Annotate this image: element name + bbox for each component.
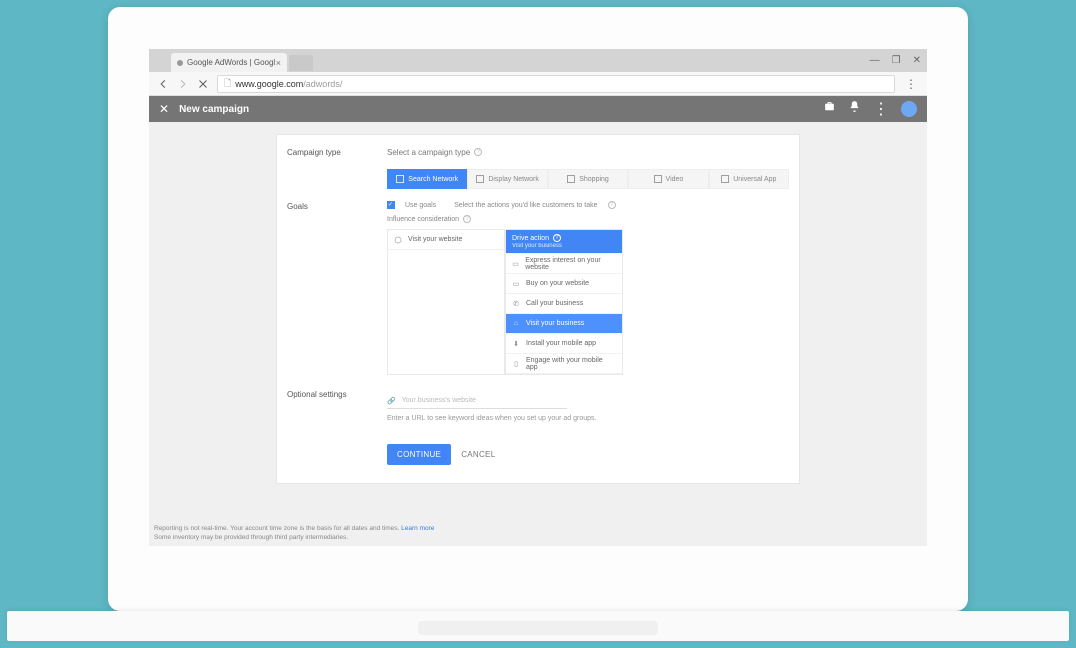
forward-icon[interactable] bbox=[177, 78, 189, 90]
tab-display-network[interactable]: Display Network bbox=[467, 169, 547, 189]
close-panel-icon[interactable]: ✕ bbox=[159, 102, 169, 116]
laptop-base bbox=[7, 611, 1069, 641]
content-area: Campaign type Select a campaign type ? S… bbox=[149, 122, 927, 546]
stop-reload-icon[interactable] bbox=[197, 78, 209, 90]
url-host: www.google.com bbox=[235, 79, 303, 89]
optional-settings-row: Optional settings 🔗 Your business's webs… bbox=[277, 377, 799, 465]
maximize-icon[interactable]: ❐ bbox=[892, 55, 901, 66]
url-path: /adwords/ bbox=[303, 79, 342, 89]
video-icon bbox=[654, 175, 662, 183]
avatar[interactable] bbox=[901, 101, 917, 117]
store-icon: ⌂ bbox=[512, 320, 520, 328]
goal-visit-website[interactable]: Visit your website bbox=[388, 230, 504, 250]
tab-title: Google AdWords | Googl bbox=[187, 58, 275, 67]
campaign-type-tabs: Search Network Display Network Shopping … bbox=[387, 169, 789, 189]
influence-panel: Visit your website bbox=[387, 229, 505, 375]
browser-window: Google AdWords | Googl × — ❐ ✕ 🗋 www.goo… bbox=[149, 49, 927, 546]
goal-visit-business[interactable]: ⌂Visit your business bbox=[506, 314, 622, 334]
continue-button[interactable]: CONTINUE bbox=[387, 444, 451, 465]
goal-call[interactable]: ✆Call your business bbox=[506, 294, 622, 314]
browser-tabbar: Google AdWords | Googl × — ❐ ✕ bbox=[149, 49, 927, 72]
business-website-input[interactable]: 🔗 Your business's website bbox=[387, 393, 567, 409]
goal-buy[interactable]: ▭Buy on your website bbox=[506, 274, 622, 294]
mobile-icon: ▯ bbox=[512, 360, 520, 368]
business-website-placeholder: Your business's website bbox=[402, 397, 476, 404]
tab-video[interactable]: Video bbox=[628, 169, 708, 189]
bell-icon[interactable] bbox=[848, 100, 861, 118]
use-goals-checkbox[interactable] bbox=[387, 201, 395, 209]
footer-disclaimer: Reporting is not real-time. Your account… bbox=[154, 525, 434, 542]
info-icon[interactable]: ? bbox=[463, 215, 471, 223]
minimize-icon[interactable]: — bbox=[870, 55, 880, 66]
browser-menu-icon[interactable]: ⋮ bbox=[903, 77, 919, 91]
learn-more-link[interactable]: Learn more bbox=[401, 525, 434, 532]
goals-label: Goals bbox=[287, 201, 387, 375]
back-icon[interactable] bbox=[157, 78, 169, 90]
goal-engage-app[interactable]: ▯Engage with your mobile app bbox=[506, 354, 622, 374]
phone-icon: ✆ bbox=[512, 300, 520, 308]
url-input[interactable]: 🗋 www.google.com/adwords/ bbox=[217, 75, 895, 93]
goal-install-app[interactable]: ⬇Install your mobile app bbox=[506, 334, 622, 354]
laptop-frame: Google AdWords | Googl × — ❐ ✕ 🗋 www.goo… bbox=[108, 7, 968, 611]
goals-row: Goals Use goals Select the actions you'd… bbox=[277, 199, 799, 377]
universal-app-icon bbox=[721, 175, 729, 183]
new-tab-button[interactable] bbox=[289, 55, 313, 71]
window-close-icon[interactable]: ✕ bbox=[913, 55, 921, 66]
optional-settings-label: Optional settings bbox=[287, 389, 387, 465]
browser-tab[interactable]: Google AdWords | Googl × bbox=[171, 53, 287, 72]
page-title: New campaign bbox=[179, 104, 249, 115]
left-panel-header: Influence consideration bbox=[387, 216, 459, 223]
campaign-type-prompt: Select a campaign type bbox=[387, 148, 470, 157]
app-bar: ✕ New campaign ⋮ bbox=[149, 96, 927, 122]
link-icon: 🔗 bbox=[387, 397, 396, 405]
browser-address-bar: 🗋 www.google.com/adwords/ ⋮ bbox=[149, 72, 927, 96]
campaign-type-row: Campaign type Select a campaign type ? bbox=[277, 145, 799, 159]
tab-universal-app[interactable]: Universal App bbox=[709, 169, 789, 189]
shopping-icon bbox=[567, 175, 575, 183]
info-icon[interactable]: ? bbox=[608, 201, 616, 209]
tab-search-network[interactable]: Search Network bbox=[387, 169, 467, 189]
url-hint: Enter a URL to see keyword ideas when yo… bbox=[387, 415, 789, 422]
goals-select-prompt: Select the actions you'd like customers … bbox=[454, 202, 597, 209]
briefcase-icon[interactable] bbox=[823, 100, 836, 118]
campaign-card: Campaign type Select a campaign type ? S… bbox=[276, 134, 800, 484]
card-icon: ▭ bbox=[512, 280, 520, 288]
display-network-icon bbox=[476, 175, 484, 183]
download-icon: ⬇ bbox=[512, 340, 520, 348]
goal-express-interest[interactable]: ▭Express interest on your website bbox=[506, 254, 622, 274]
drive-action-header: Drive action? Visit your business bbox=[506, 230, 622, 254]
form-icon: ▭ bbox=[512, 260, 519, 268]
search-network-icon bbox=[396, 175, 404, 183]
drive-action-panel: Drive action? Visit your business ▭Expre… bbox=[505, 229, 623, 375]
tab-close-icon[interactable]: × bbox=[276, 58, 281, 68]
use-goals-label: Use goals bbox=[405, 202, 436, 209]
globe-icon bbox=[394, 236, 402, 244]
url-scheme-icon: 🗋 bbox=[224, 76, 231, 92]
overflow-menu-icon[interactable]: ⋮ bbox=[873, 99, 889, 119]
cancel-button[interactable]: CANCEL bbox=[461, 450, 495, 459]
tab-shopping[interactable]: Shopping bbox=[548, 169, 628, 189]
campaign-type-label: Campaign type bbox=[287, 147, 387, 157]
goal-panels: Visit your website Drive action? Visit y… bbox=[387, 229, 789, 375]
info-icon[interactable]: ? bbox=[474, 148, 482, 156]
tab-favicon bbox=[177, 60, 183, 66]
info-icon[interactable]: ? bbox=[553, 234, 561, 242]
